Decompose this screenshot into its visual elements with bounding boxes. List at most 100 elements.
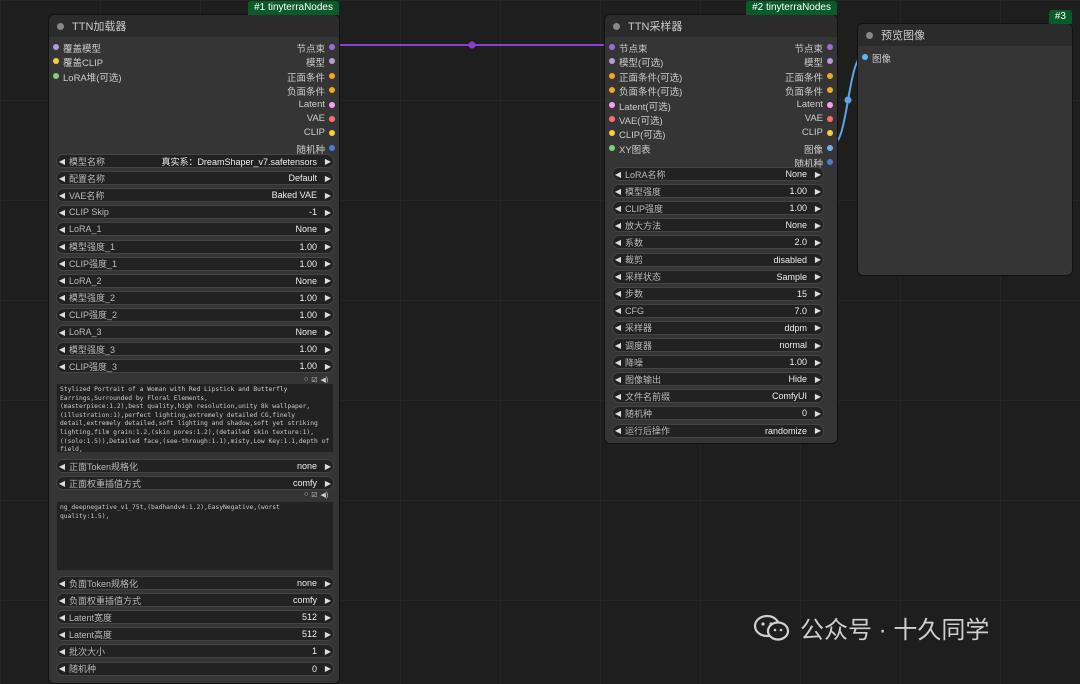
increment-arrow-icon[interactable]: ▶ — [323, 310, 333, 319]
speaker-icon[interactable]: ◀) — [321, 491, 329, 499]
input-slot-icon[interactable] — [609, 44, 615, 50]
decrement-arrow-icon[interactable]: ◀ — [613, 306, 623, 315]
output-slot-icon[interactable] — [827, 87, 833, 94]
widget-widgets_top-5[interactable]: ◀ 模型强度_1 1.00 ▶ — [56, 239, 334, 254]
widget-widgets_top-4[interactable]: ◀ LoRA_1 None ▶ — [56, 222, 334, 237]
decrement-arrow-icon[interactable]: ◀ — [613, 221, 623, 230]
widget-widgets_top-10[interactable]: ◀ LoRA_3 None ▶ — [56, 325, 334, 339]
increment-arrow-icon[interactable]: ▶ — [813, 409, 823, 418]
widget-widgets-7[interactable]: ◀ 步数 15 ▶ — [612, 286, 824, 301]
widget-widgets-8[interactable]: ◀ CFG 7.0 ▶ — [612, 303, 824, 318]
decrement-arrow-icon[interactable]: ◀ — [613, 187, 623, 196]
output-slot-icon[interactable] — [827, 159, 833, 166]
increment-arrow-icon[interactable]: ▶ — [813, 204, 823, 213]
decrement-arrow-icon[interactable]: ◀ — [57, 462, 67, 471]
decrement-arrow-icon[interactable]: ◀ — [613, 255, 623, 264]
increment-arrow-icon[interactable]: ▶ — [323, 208, 333, 217]
widget-widgets_top-11[interactable]: ◀ 模型强度_3 1.00 ▶ — [56, 342, 334, 357]
collapse-dot-icon[interactable] — [866, 31, 873, 39]
widget-widgets-10[interactable]: ◀ 调度器 normal ▶ — [612, 338, 824, 352]
widget-widgets-6[interactable]: ◀ 采样状态 Sample ▶ — [612, 269, 824, 284]
collapse-dot-icon[interactable] — [57, 22, 64, 30]
ttn-loader-node[interactable]: #1 tinyterraNodes TTN加载器 覆盖模型 节点束 覆盖CLIP 模型… — [48, 1, 340, 684]
output-slot-icon[interactable] — [827, 144, 833, 151]
widget-widgets_top-6[interactable]: ◀ CLIP强度_1 1.00 ▶ — [56, 256, 334, 271]
increment-arrow-icon[interactable]: ▶ — [813, 306, 823, 315]
increment-arrow-icon[interactable]: ▶ — [323, 259, 333, 268]
widget-widgets-1[interactable]: ◀ 模型强度 1.00 ▶ — [612, 184, 824, 199]
increment-arrow-icon[interactable]: ▶ — [323, 345, 333, 354]
input-slot-icon[interactable] — [609, 72, 615, 79]
decrement-arrow-icon[interactable]: ◀ — [57, 362, 67, 371]
decrement-arrow-icon[interactable]: ◀ — [57, 345, 67, 354]
radio-icon[interactable]: ○ — [304, 491, 308, 499]
checkbox-icon[interactable]: ☑ — [311, 491, 317, 499]
increment-arrow-icon[interactable]: ▶ — [323, 647, 333, 656]
decrement-arrow-icon[interactable]: ◀ — [57, 242, 67, 251]
widget-widgets_top-9[interactable]: ◀ CLIP强度_2 1.00 ▶ — [56, 307, 334, 322]
input-slot-icon[interactable] — [609, 115, 615, 122]
widget-widgets_top-7[interactable]: ◀ LoRA_2 None ▶ — [56, 273, 334, 288]
widget-widgets_bottom-2[interactable]: ◀ Latent宽度 512 ▶ — [56, 610, 334, 625]
increment-arrow-icon[interactable]: ▶ — [813, 375, 823, 384]
increment-arrow-icon[interactable]: ▶ — [323, 157, 333, 166]
increment-arrow-icon[interactable]: ▶ — [813, 255, 823, 264]
decrement-arrow-icon[interactable]: ◀ — [57, 664, 67, 673]
widget-widgets_bottom-5[interactable]: ◀ 随机种 0 ▶ — [56, 661, 334, 676]
increment-arrow-icon[interactable]: ▶ — [323, 462, 333, 471]
decrement-arrow-icon[interactable]: ◀ — [57, 293, 67, 302]
increment-arrow-icon[interactable]: ▶ — [323, 596, 333, 605]
decrement-arrow-icon[interactable]: ◀ — [613, 341, 623, 350]
input-slot-image[interactable]: 图像 — [858, 50, 1072, 65]
slot-dot-icon[interactable] — [862, 54, 868, 60]
negative-prompt-textarea[interactable]: ng_deepnegative_v1_75t,(badhandv4:1.2),E… — [56, 501, 334, 571]
decrement-arrow-icon[interactable]: ◀ — [57, 208, 67, 217]
increment-arrow-icon[interactable]: ▶ — [323, 613, 333, 622]
increment-arrow-icon[interactable]: ▶ — [813, 358, 823, 367]
positive-prompt-textarea[interactable]: Stylized Portrait of a Woman with Red Li… — [56, 383, 334, 453]
node-title-bar[interactable]: TTN加载器 — [49, 15, 339, 37]
input-slot-icon[interactable] — [53, 44, 59, 50]
increment-arrow-icon[interactable]: ▶ — [323, 328, 333, 337]
output-slot-icon[interactable] — [329, 115, 335, 122]
decrement-arrow-icon[interactable]: ◀ — [57, 579, 67, 588]
output-slot-icon[interactable] — [329, 72, 335, 79]
output-slot-icon[interactable] — [827, 130, 833, 137]
widget-widgets-0[interactable]: ◀ LoRA名称 None ▶ — [612, 167, 824, 181]
decrement-arrow-icon[interactable]: ◀ — [57, 630, 67, 639]
decrement-arrow-icon[interactable]: ◀ — [57, 225, 67, 234]
widget-widgets-5[interactable]: ◀ 裁剪 disabled ▶ — [612, 252, 824, 267]
widget-widgets_bottom-3[interactable]: ◀ Latent高度 512 ▶ — [56, 627, 334, 642]
decrement-arrow-icon[interactable]: ◀ — [57, 479, 67, 488]
decrement-arrow-icon[interactable]: ◀ — [613, 375, 623, 384]
output-slot-icon[interactable] — [329, 87, 335, 94]
increment-arrow-icon[interactable]: ▶ — [813, 170, 823, 179]
widget-widgets-3[interactable]: ◀ 放大方法 None ▶ — [612, 218, 824, 233]
collapse-dot-icon[interactable] — [613, 22, 620, 30]
output-slot-icon[interactable] — [329, 58, 335, 65]
increment-arrow-icon[interactable]: ▶ — [813, 221, 823, 230]
decrement-arrow-icon[interactable]: ◀ — [57, 596, 67, 605]
widget-widgets_mid-1[interactable]: ◀ 正面权重插值方式 comfy ▶ — [56, 476, 334, 490]
widget-widgets-13[interactable]: ◀ 文件名前缀 ComfyUI ▶ — [612, 389, 824, 404]
increment-arrow-icon[interactable]: ▶ — [323, 276, 333, 285]
increment-arrow-icon[interactable]: ▶ — [323, 225, 333, 234]
node-title-bar[interactable]: 预览图像 — [858, 24, 1072, 46]
decrement-arrow-icon[interactable]: ◀ — [57, 191, 67, 200]
increment-arrow-icon[interactable]: ▶ — [323, 242, 333, 251]
widget-widgets_top-0[interactable]: ◀ 模型名称 真实系：DreamShaper_v7.safetensors ▶ — [56, 154, 334, 168]
widget-widgets-11[interactable]: ◀ 降噪 1.00 ▶ — [612, 355, 824, 370]
increment-arrow-icon[interactable]: ▶ — [323, 362, 333, 371]
output-slot-icon[interactable] — [329, 44, 335, 50]
decrement-arrow-icon[interactable]: ◀ — [57, 157, 67, 166]
increment-arrow-icon[interactable]: ▶ — [813, 238, 823, 247]
increment-arrow-icon[interactable]: ▶ — [323, 664, 333, 673]
decrement-arrow-icon[interactable]: ◀ — [613, 426, 623, 435]
decrement-arrow-icon[interactable]: ◀ — [613, 238, 623, 247]
decrement-arrow-icon[interactable]: ◀ — [613, 289, 623, 298]
output-slot-icon[interactable] — [827, 44, 833, 50]
increment-arrow-icon[interactable]: ▶ — [813, 323, 823, 332]
increment-arrow-icon[interactable]: ▶ — [813, 426, 823, 435]
increment-arrow-icon[interactable]: ▶ — [813, 272, 823, 281]
decrement-arrow-icon[interactable]: ◀ — [57, 276, 67, 285]
